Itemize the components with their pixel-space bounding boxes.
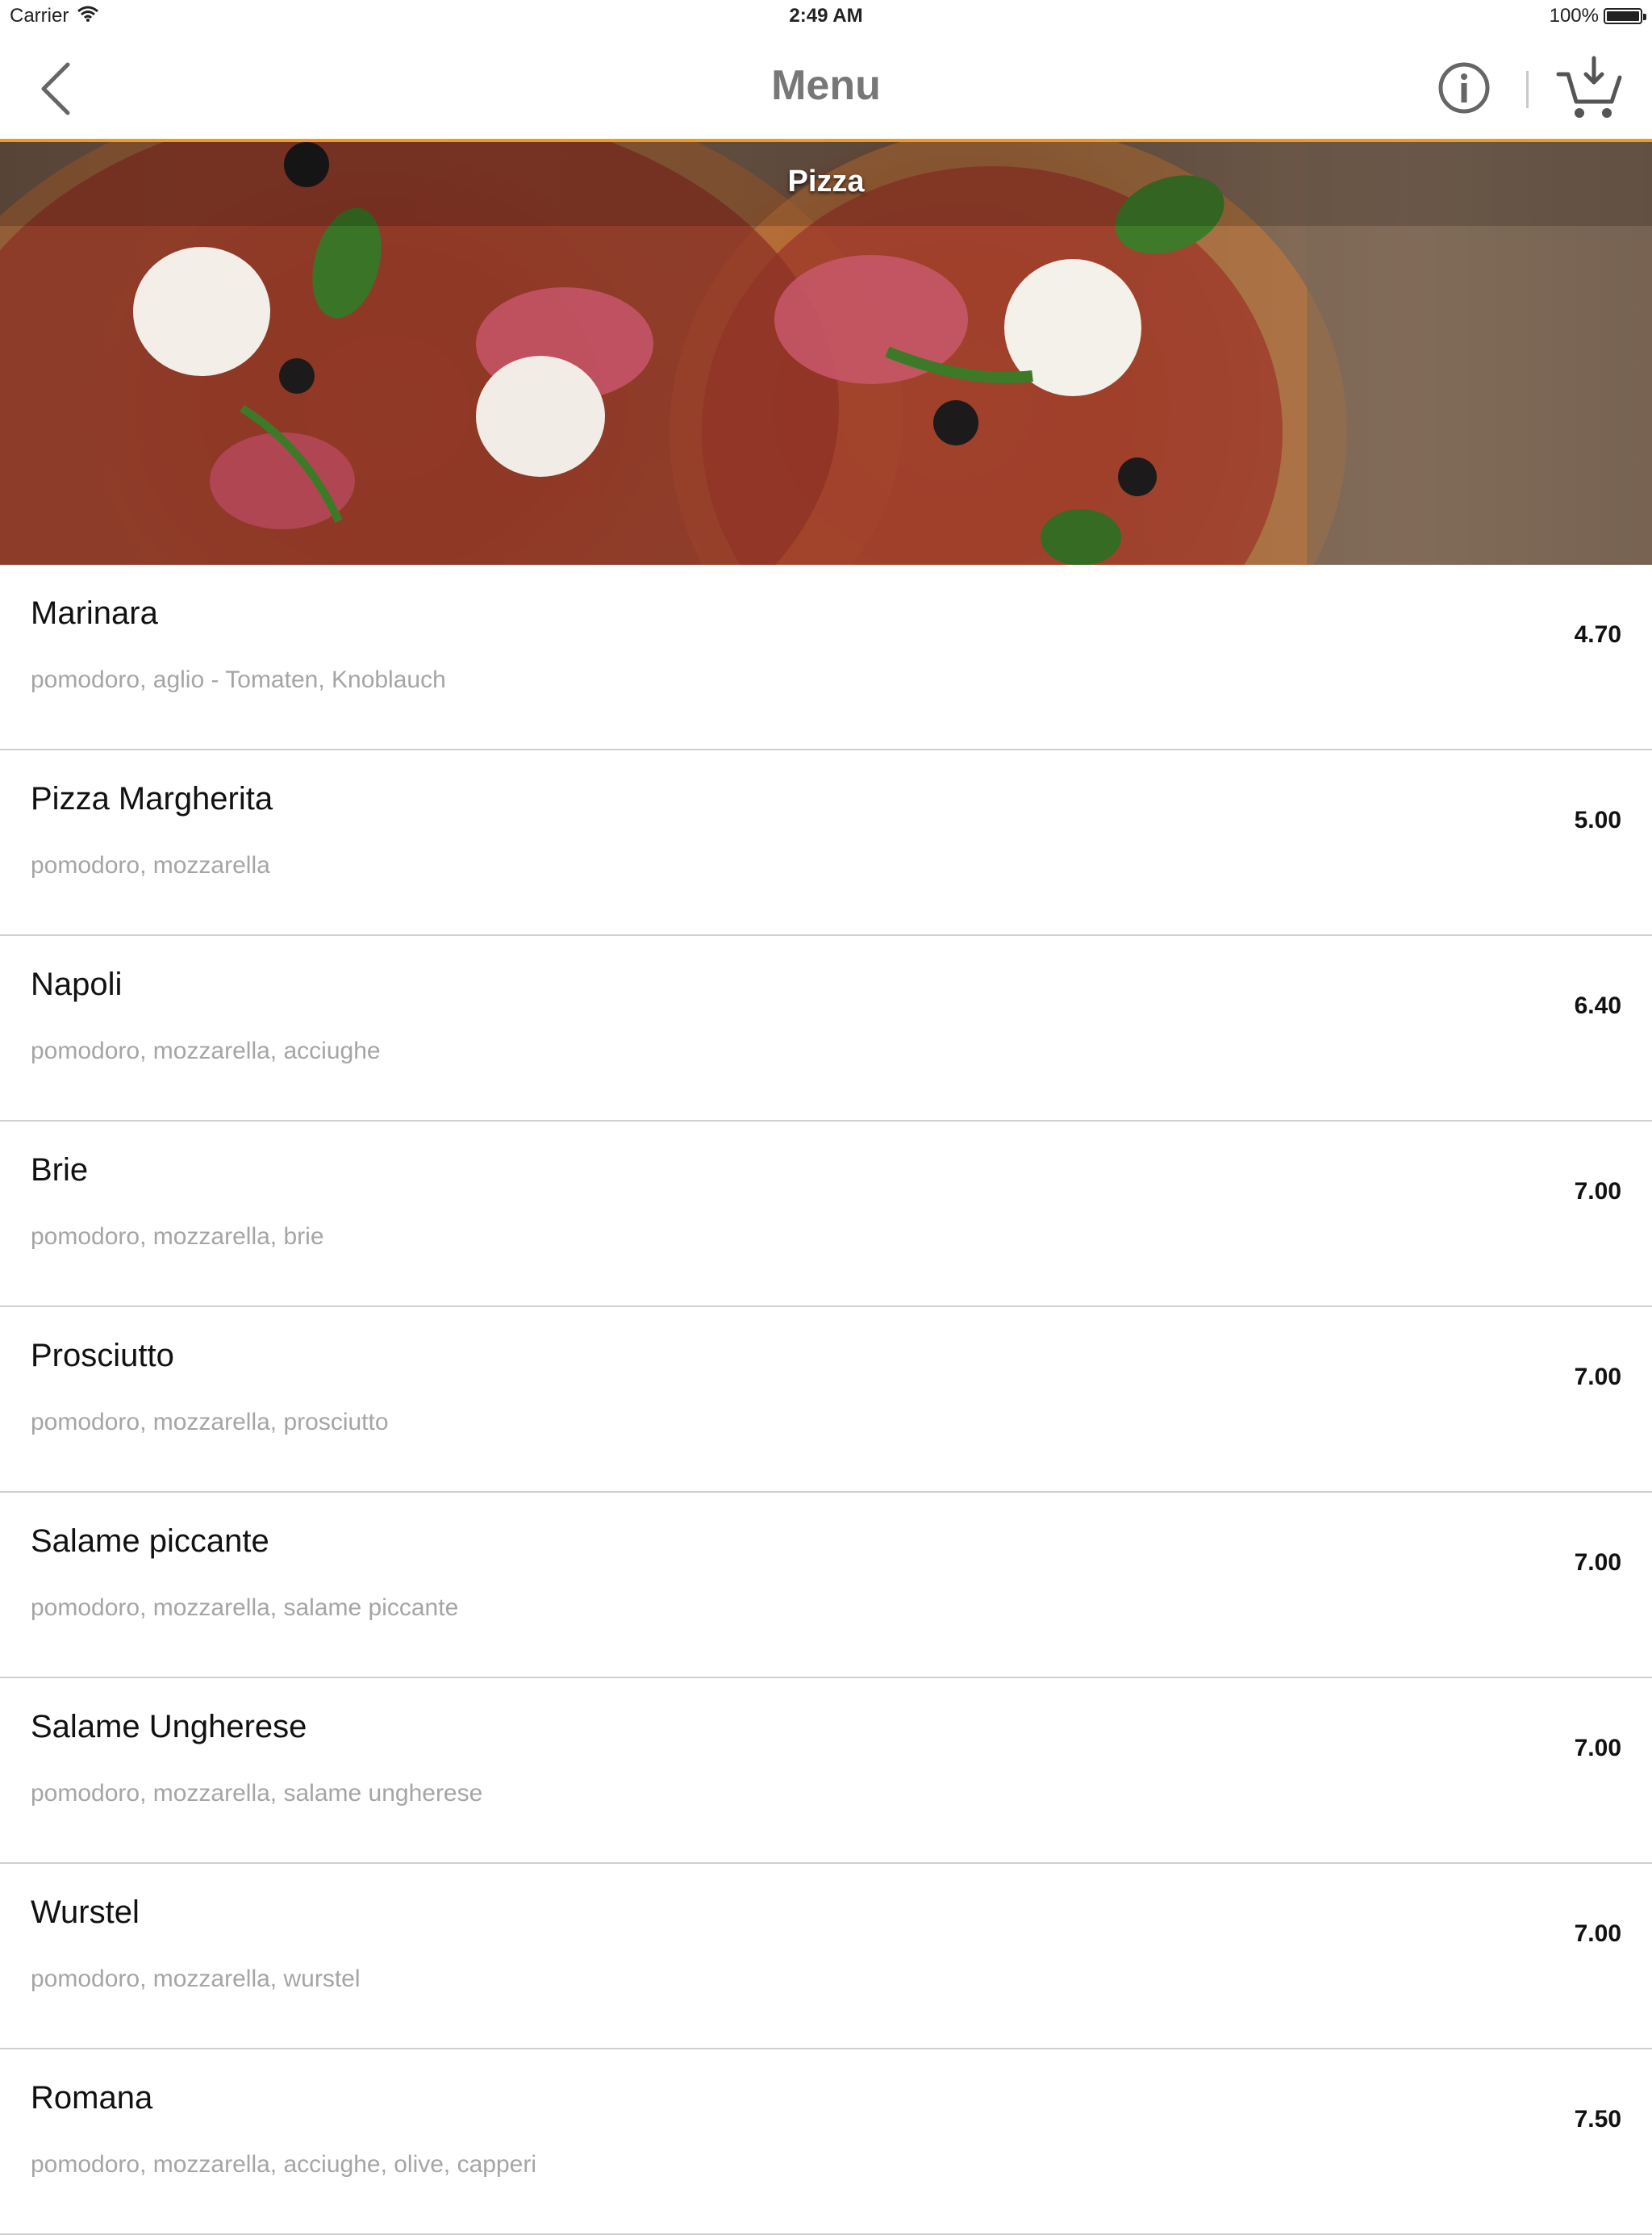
page-title: Menu: [771, 62, 881, 109]
battery-icon: [1604, 8, 1646, 24]
menu-list: Marinara pomodoro, aglio - Tomaten, Knob…: [0, 565, 1652, 2235]
item-name: Pizza Margherita: [31, 781, 273, 817]
item-description: pomodoro, mozzarella, brie: [31, 1223, 324, 1250]
item-description: pomodoro, mozzarella: [31, 852, 270, 879]
menu-item[interactable]: Prosciutto pomodoro, mozzarella, prosciu…: [0, 1307, 1652, 1493]
item-name: Salame Ungherese: [31, 1709, 307, 1744]
item-price: 7.00: [1574, 1920, 1621, 1947]
item-name: Wurstel: [31, 1895, 140, 1930]
status-bar: Carrier 2:49 AM 100%: [0, 0, 1652, 32]
menu-item[interactable]: Salame piccante pomodoro, mozzarella, sa…: [0, 1493, 1652, 1678]
menu-item[interactable]: Pizza Margherita pomodoro, mozzarella 5.…: [0, 750, 1652, 936]
cart-icon: [1556, 56, 1622, 118]
item-price: 5.00: [1574, 807, 1621, 833]
item-price: 7.00: [1574, 1364, 1621, 1390]
nav-bar: Menu: [0, 32, 1652, 142]
status-time: 2:49 AM: [789, 5, 863, 27]
status-right: 100%: [1549, 5, 1646, 27]
info-icon: [1438, 62, 1490, 114]
menu-item[interactable]: Napoli pomodoro, mozzarella, acciughe 6.…: [0, 936, 1652, 1122]
item-price: 7.00: [1574, 1178, 1621, 1205]
item-price: 6.40: [1574, 992, 1621, 1019]
menu-item[interactable]: Brie pomodoro, mozzarella, brie 7.00: [0, 1122, 1652, 1307]
item-price: 7.00: [1574, 1735, 1621, 1761]
menu-item[interactable]: Romana pomodoro, mozzarella, acciughe, o…: [0, 2049, 1652, 2235]
item-name: Prosciutto: [31, 1338, 174, 1373]
battery-percent: 100%: [1549, 5, 1599, 27]
item-description: pomodoro, mozzarella, acciughe, olive, c…: [31, 2151, 536, 2178]
item-description: pomodoro, mozzarella, salame piccante: [31, 1594, 459, 1621]
nav-divider: [1526, 71, 1529, 108]
item-name: Brie: [31, 1152, 89, 1188]
item-description: pomodoro, mozzarella, acciughe: [31, 1038, 381, 1064]
item-description: pomodoro, mozzarella, wurstel: [31, 1966, 361, 1992]
item-price: 4.70: [1574, 621, 1621, 648]
cart-button[interactable]: [1555, 55, 1623, 123]
item-description: pomodoro, mozzarella, prosciutto: [31, 1409, 389, 1435]
category-banner: Pizza: [0, 142, 1652, 565]
item-price: 7.00: [1574, 1549, 1621, 1576]
menu-item[interactable]: Wurstel pomodoro, mozzarella, wurstel 7.…: [0, 1864, 1652, 2049]
item-description: pomodoro, mozzarella, salame ungherese: [31, 1780, 483, 1807]
menu-item[interactable]: Salame Ungherese pomodoro, mozzarella, s…: [0, 1678, 1652, 1864]
item-name: Napoli: [31, 967, 123, 1002]
info-button[interactable]: [1437, 61, 1491, 115]
item-name: Marinara: [31, 595, 158, 631]
item-name: Salame piccante: [31, 1523, 269, 1559]
category-title: Pizza: [787, 165, 865, 198]
item-name: Romana: [31, 2080, 153, 2116]
menu-item[interactable]: Marinara pomodoro, aglio - Tomaten, Knob…: [0, 565, 1652, 750]
item-description: pomodoro, aglio - Tomaten, Knoblauch: [31, 666, 446, 693]
item-price: 7.50: [1574, 2106, 1621, 2133]
